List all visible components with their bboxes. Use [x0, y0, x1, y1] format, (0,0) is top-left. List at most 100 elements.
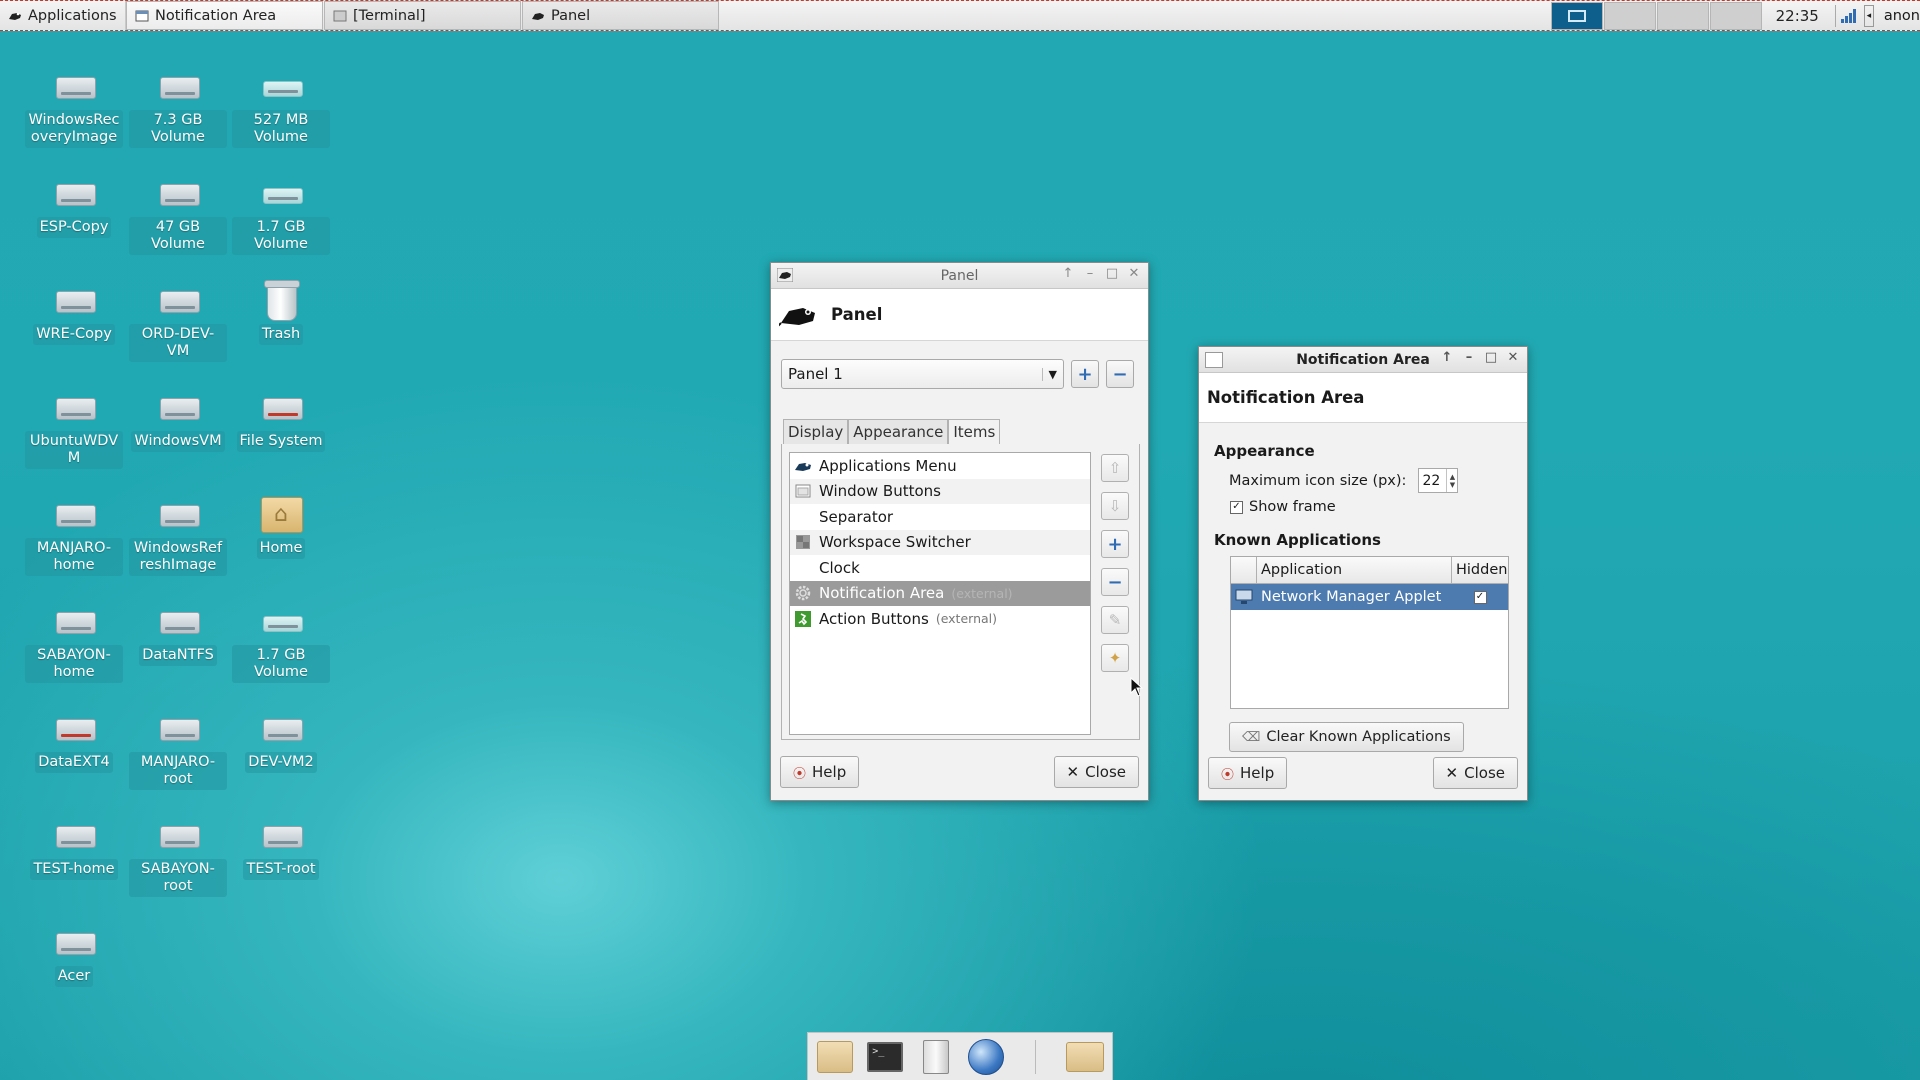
minimize-button[interactable]: –	[1082, 266, 1098, 281]
remove-panel-button[interactable]: −	[1106, 360, 1134, 388]
desktop-icon[interactable]: DEV-VM2	[229, 709, 333, 773]
hard-drive-icon	[52, 602, 96, 642]
close-button[interactable]: ✕ Close	[1053, 756, 1139, 788]
close-window-button[interactable]: ✕	[1126, 266, 1142, 281]
blank-icon	[794, 559, 812, 577]
workspace-2[interactable]	[1603, 1, 1656, 30]
add-panel-button[interactable]: +	[1071, 360, 1099, 388]
workspace-4[interactable]	[1709, 1, 1762, 30]
desktop-icon[interactable]: 1.7 GB Volume	[229, 602, 333, 683]
icon-column-header[interactable]	[1231, 557, 1257, 583]
titlebar[interactable]: Notification Area ↑ – □ ✕	[1199, 347, 1527, 373]
desktop-icon[interactable]: WindowsVM	[126, 388, 230, 452]
desktop-icon[interactable]: TEST-home	[22, 816, 126, 880]
titlebar[interactable]: Panel ↑ – □ ✕	[771, 263, 1148, 289]
tab-items[interactable]: Items	[948, 419, 1001, 444]
show-frame-toggle[interactable]: ✓ Show frame	[1230, 499, 1336, 515]
desktop-icon-label: UbuntuWDVM	[25, 431, 123, 469]
desktop-icon[interactable]: ORD-DEV-VM	[126, 281, 230, 362]
help-button[interactable]: ⦿ Help	[1208, 757, 1288, 789]
list-item[interactable]: Action Buttons (external)	[790, 606, 1090, 632]
cabinet-launcher[interactable]	[916, 1037, 954, 1077]
desktop-icon[interactable]: DataEXT4	[22, 709, 126, 773]
move-up-button[interactable]: ⇧	[1101, 454, 1129, 482]
icon-shape	[263, 719, 303, 741]
close-window-button[interactable]: ✕	[1505, 350, 1521, 365]
clear-known-applications-button[interactable]: ⌫ Clear Known Applications	[1229, 722, 1464, 752]
remove-item-button[interactable]: −	[1101, 568, 1129, 596]
known-apps-table[interactable]: Application Hidden Network Manager Apple…	[1230, 556, 1509, 709]
add-item-button[interactable]: +	[1101, 530, 1129, 558]
desktop-icon[interactable]: UbuntuWDVM	[22, 388, 126, 469]
dock: >_	[807, 1032, 1113, 1080]
item-properties-button[interactable]: ✎	[1101, 606, 1129, 634]
minimize-button[interactable]: –	[1461, 350, 1477, 365]
column-header-hidden[interactable]: Hidden	[1452, 557, 1508, 583]
task-terminal[interactable]: [Terminal]	[324, 1, 521, 30]
about-item-button[interactable]: ✦	[1101, 644, 1129, 672]
table-row[interactable]: Network Manager Applet ✓	[1231, 584, 1508, 610]
tab-appearance[interactable]: Appearance	[848, 419, 949, 444]
desktop-icon[interactable]: WindowsRefreshImage	[126, 495, 230, 576]
move-down-button[interactable]: ⇩	[1101, 492, 1129, 520]
column-header-application[interactable]: Application	[1257, 557, 1452, 583]
folder-launcher[interactable]	[1065, 1037, 1104, 1077]
desktop-icon[interactable]: MANJARO-root	[126, 709, 230, 790]
tab-display[interactable]: Display	[783, 419, 849, 444]
user-menu[interactable]: anon	[1874, 8, 1920, 24]
items-list[interactable]: Applications Menu Window Buttons Separator…	[789, 452, 1091, 735]
desktop-icon[interactable]: Acer	[22, 923, 126, 987]
list-item-label: Applications Menu	[819, 456, 957, 475]
hidden-checkbox[interactable]: ✓	[1473, 590, 1487, 604]
task-notification-area[interactable]: Notification Area	[126, 1, 323, 30]
maximize-button[interactable]: □	[1104, 266, 1120, 281]
clock[interactable]: 22:35	[1762, 7, 1831, 25]
desktop-icon[interactable]: DataNTFS	[126, 602, 230, 666]
list-item[interactable]: Applications Menu	[790, 453, 1090, 479]
list-item[interactable]: Clock	[790, 555, 1090, 581]
list-item[interactable]: Window Buttons	[790, 478, 1090, 504]
desktop-icon[interactable]: SABAYON-root	[126, 816, 230, 897]
terminal-launcher[interactable]: >_	[866, 1037, 904, 1077]
spin-down-icon[interactable]: ▼	[1450, 481, 1455, 489]
desktop-icon[interactable]: 7.3 GB Volume	[126, 67, 230, 148]
desktop-icon[interactable]: MANJARO-home	[22, 495, 126, 576]
list-item-label: Workspace Switcher	[819, 533, 971, 552]
desktop-icon[interactable]: ESP-Copy	[22, 174, 126, 238]
applications-menu-button[interactable]: Applications	[0, 1, 126, 30]
desktop-icon[interactable]: SABAYON-home	[22, 602, 126, 683]
desktop-icon[interactable]: WRE-Copy	[22, 281, 126, 345]
workspace-1[interactable]	[1550, 1, 1603, 30]
desktop-icon[interactable]: Trash	[229, 280, 333, 345]
list-item[interactable]: Notification Area (external)	[790, 580, 1090, 606]
desktop-icon[interactable]: 527 MB Volume	[229, 67, 333, 148]
icon-size-spinner[interactable]: 22 ▲ ▼	[1418, 468, 1459, 493]
shade-button[interactable]: ↑	[1060, 266, 1076, 281]
chevron-left-icon[interactable]: ◂	[1863, 4, 1874, 27]
desktop-icon-label: 7.3 GB Volume	[129, 110, 227, 148]
mouse-icon[interactable]	[777, 268, 793, 282]
show-frame-checkbox[interactable]: ✓	[1230, 500, 1243, 514]
close-button[interactable]: ✕ Close	[1432, 757, 1518, 789]
panel-select[interactable]: Panel 1 ▼	[781, 359, 1064, 389]
desktop-icon[interactable]: WindowsRecoveryImage	[22, 67, 126, 148]
maximize-button[interactable]: □	[1483, 350, 1499, 365]
workspace-3[interactable]	[1656, 1, 1709, 30]
known-apps-heading: Known Applications	[1214, 531, 1381, 549]
desktop-icon[interactable]: File System	[229, 388, 333, 452]
window-icon[interactable]	[1205, 352, 1223, 368]
desktop-icon[interactable]: 47 GB Volume	[126, 174, 230, 255]
spin-up-icon[interactable]: ▲	[1450, 473, 1455, 481]
desktop-icon[interactable]: 1.7 GB Volume	[229, 174, 333, 255]
desktop-icon-label: WindowsRecoveryImage	[25, 110, 123, 148]
task-panel[interactable]: Panel	[522, 1, 719, 30]
help-button[interactable]: ⦿ Help	[780, 756, 860, 788]
desktop-icon[interactable]: Home	[229, 495, 333, 559]
web-browser-launcher[interactable]	[967, 1037, 1005, 1077]
list-item[interactable]: Separator	[790, 504, 1090, 530]
network-signal-icon[interactable]	[1840, 8, 1858, 24]
desktop-icon[interactable]: TEST-root	[229, 816, 333, 880]
file-manager-launcher[interactable]	[816, 1037, 854, 1077]
list-item[interactable]: Workspace Switcher	[790, 529, 1090, 555]
shade-button[interactable]: ↑	[1439, 350, 1455, 365]
